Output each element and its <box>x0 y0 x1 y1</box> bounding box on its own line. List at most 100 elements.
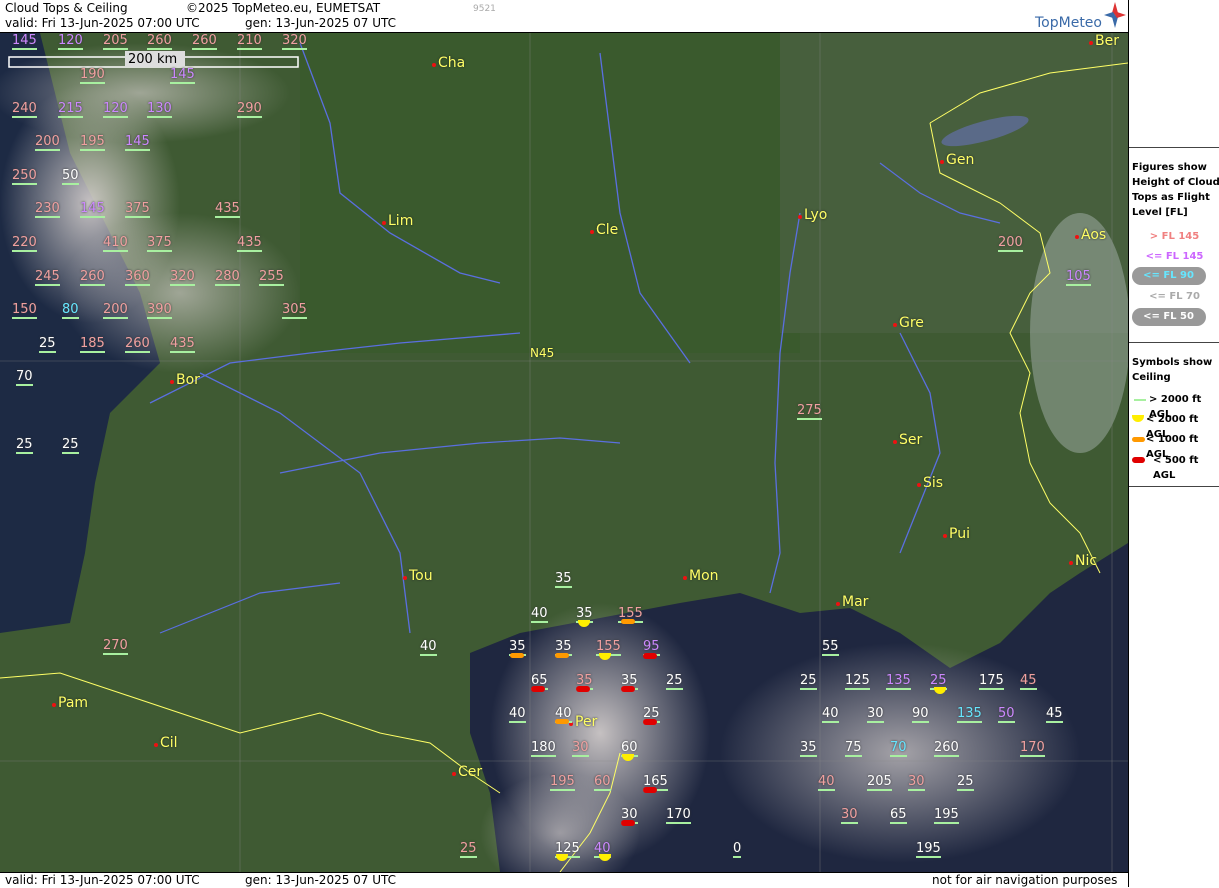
flight-level: 45 <box>1020 673 1037 690</box>
orange-bar-icon <box>1132 437 1145 442</box>
city-label: Lim <box>388 213 414 229</box>
flight-level: 25 <box>800 673 817 690</box>
flight-level: 435 <box>170 336 195 353</box>
flight-level: 60 <box>621 740 638 757</box>
city-label: Ser <box>899 432 923 448</box>
city-label: Gre <box>899 315 924 331</box>
flight-level: 275 <box>797 403 822 420</box>
city-sis: Sis <box>917 475 944 491</box>
flight-level: 25 <box>16 437 33 454</box>
legend-le-fl50: <= FL 50 <box>1143 311 1194 322</box>
city-label: Nic <box>1075 553 1098 569</box>
city-label: Tou <box>409 568 433 584</box>
flight-level: 80 <box>62 302 79 319</box>
flight-level: 145 <box>80 201 105 218</box>
flight-level: 35 <box>555 639 572 656</box>
ceiling-symbol-below-500ft <box>643 787 657 793</box>
flight-level: 30 <box>867 706 884 723</box>
compass-icon <box>1104 2 1126 28</box>
flight-level: 170 <box>1020 740 1045 757</box>
flight-level: 50 <box>998 706 1015 723</box>
flight-level: 195 <box>80 134 105 151</box>
flight-level: 390 <box>147 302 172 319</box>
city-marker <box>403 576 407 580</box>
city-marker <box>943 534 947 538</box>
footer-generation-time: gen: 13-Jun-2025 07 UTC <box>245 873 397 887</box>
legend-le-fl90: <= FL 90 <box>1143 270 1194 281</box>
flight-level: 55 <box>822 639 839 656</box>
flight-level: 155 <box>596 639 621 656</box>
flight-level: 280 <box>215 269 240 286</box>
city-aos: Aos <box>1075 227 1106 243</box>
flight-level: 35 <box>509 639 526 656</box>
flight-level: 145 <box>125 134 150 151</box>
flight-level: 130 <box>147 101 172 118</box>
city-cha: Cha <box>432 55 465 71</box>
city-marker <box>452 772 456 776</box>
flight-level: 145 <box>170 67 195 84</box>
flight-level: 25 <box>666 673 683 690</box>
flight-level: 120 <box>103 101 128 118</box>
flight-level: 40 <box>420 639 437 656</box>
city-ber: Ber <box>1089 33 1119 49</box>
city-label: Sis <box>923 475 944 491</box>
legend-above-fl145: > FL 145 <box>1149 231 1200 242</box>
flight-level: 195 <box>934 807 959 824</box>
flight-level: 200 <box>998 235 1023 252</box>
city-marker <box>52 703 56 707</box>
city-marker <box>893 323 897 327</box>
flight-level: 185 <box>80 336 105 353</box>
flight-level: 30 <box>908 774 925 791</box>
copyright: ©2025 TopMeteo.eu, EUMETSAT <box>186 1 381 15</box>
flight-level: 220 <box>12 235 37 252</box>
city-per: Per <box>569 714 598 730</box>
city-label: Per <box>575 714 598 730</box>
footer-valid-time: valid: Fri 13-Jun-2025 07:00 UTC <box>5 873 200 887</box>
flight-level: 250 <box>12 168 37 185</box>
city-label: Mon <box>689 568 719 584</box>
flight-level: 245 <box>35 269 60 286</box>
flight-level: 375 <box>147 235 172 252</box>
legend-panel: Figures show Height of Cloud Tops as Fli… <box>1128 0 1219 887</box>
flight-level: 320 <box>170 269 195 286</box>
city-tou: Tou <box>403 568 433 584</box>
flight-level: 360 <box>125 269 150 286</box>
ceiling-symbol-below-500ft <box>643 653 657 659</box>
city-marker <box>432 63 436 67</box>
city-pam: Pam <box>52 695 88 711</box>
flight-level: 230 <box>35 201 60 218</box>
city-mar: Mar <box>836 594 869 610</box>
city-marker <box>893 440 897 444</box>
legend-le-fl145: <= FL 145 <box>1145 251 1204 262</box>
flight-level: 145 <box>12 33 37 50</box>
city-nic: Nic <box>1069 553 1098 569</box>
flight-level: 45 <box>1046 706 1063 723</box>
legend-ceiling-lt500: < 500 ft AGL <box>1153 455 1199 481</box>
flight-level: 260 <box>192 33 217 50</box>
flight-level: 35 <box>800 740 817 757</box>
city-bor: Bor <box>170 372 200 388</box>
flight-level: 150 <box>12 302 37 319</box>
flight-level: 25 <box>930 673 947 690</box>
legend-le-fl70: <= FL 70 <box>1149 291 1200 302</box>
flight-level: 305 <box>282 302 307 319</box>
city-label: Mar <box>842 594 869 610</box>
flight-level: 255 <box>259 269 284 286</box>
city-marker <box>917 483 921 487</box>
flight-level: 40 <box>531 606 548 623</box>
flight-level: 135 <box>957 706 982 723</box>
city-gen: Gen <box>940 152 974 168</box>
ceiling-symbol-below-500ft <box>621 686 635 692</box>
red-bar-icon <box>1132 457 1145 463</box>
flight-level: 180 <box>531 740 556 757</box>
ceiling-symbol-below-1000ft <box>555 719 569 724</box>
flight-level: 200 <box>103 302 128 319</box>
flight-level: 50 <box>62 168 79 185</box>
ceiling-symbol-below-1000ft <box>621 619 635 624</box>
flight-level: 210 <box>237 33 262 50</box>
flight-level: 170 <box>666 807 691 824</box>
flight-level: 25 <box>62 437 79 454</box>
city-marker <box>1075 235 1079 239</box>
generation-time: gen: 13-Jun-2025 07 UTC <box>245 16 397 30</box>
flight-level: 200 <box>35 134 60 151</box>
